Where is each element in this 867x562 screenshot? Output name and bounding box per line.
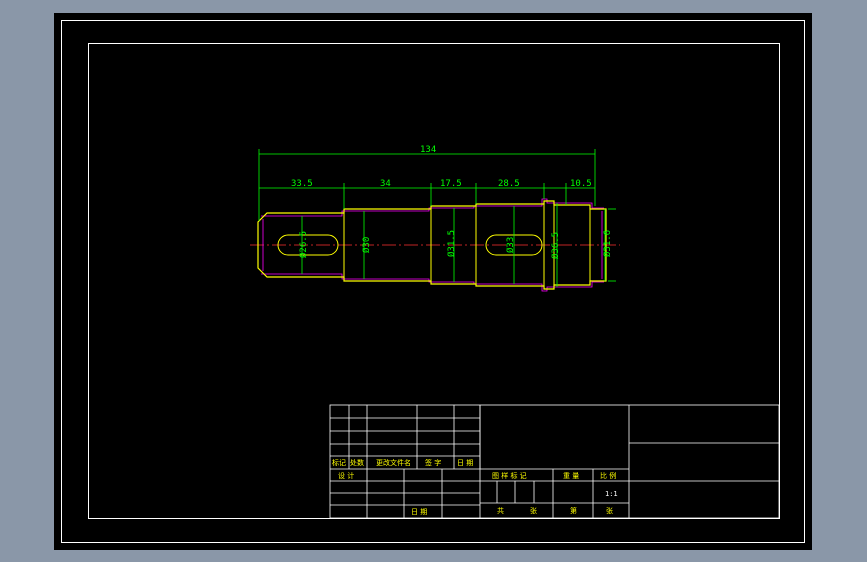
sheet-unit-1: 张 [530, 506, 537, 515]
dim-d4-label: Ø33 [505, 237, 516, 253]
rev-header-sign: 签 字 [425, 458, 441, 467]
shaft-drawing: Ø26.5 Ø30 Ø31.5 Ø33 Ø36.5 Ø31.6 134 33.5… [61, 20, 805, 543]
total-label: 共 [497, 506, 504, 515]
inner-border [88, 43, 780, 519]
dim-seg5-label: 10.5 [570, 179, 592, 189]
dim-d6-label: Ø31.6 [602, 230, 613, 257]
dim-overall-label: 134 [420, 145, 436, 155]
rev-header-filename: 更改文件名 [376, 458, 411, 467]
cad-viewport[interactable]: Ø26.5 Ø30 Ø31.5 Ø33 Ø36.5 Ø31.6 134 33.5… [54, 13, 812, 550]
dim-seg3-label: 17.5 [440, 179, 462, 189]
sheet-unit-2: 张 [606, 506, 613, 515]
dim-seg1-label: 33.5 [291, 179, 313, 189]
weight-label: 重 量 [563, 472, 579, 480]
dim-d5-label: Ø36.5 [550, 232, 561, 259]
stage-label: 图 样 标 记 [492, 471, 527, 480]
date-label: 日 期 [411, 508, 427, 516]
shaft-part: Ø26.5 Ø30 Ø31.5 Ø33 Ø36.5 Ø31.6 134 33.5… [250, 145, 620, 292]
scale-value: 1:1 [605, 490, 618, 498]
dim-d2-label: Ø30 [361, 237, 372, 253]
sheet-label: 第 [570, 506, 577, 515]
dim-seg4-label: 28.5 [498, 179, 520, 189]
dim-d1-label: Ø26.5 [298, 231, 309, 258]
dim-seg2-label: 34 [380, 179, 391, 189]
scale-label: 比 例 [600, 471, 616, 480]
title-block-text: 标记 处数 更改文件名 签 字 日 期 设 计 日 期 图 样 标 记 重 量 … [332, 458, 618, 516]
rev-header-date: 日 期 [457, 459, 473, 467]
dim-d3-label: Ø31.5 [446, 230, 457, 257]
rev-header-mark: 标记 [332, 458, 346, 467]
rev-header-count: 处数 [350, 458, 364, 467]
design-label: 设 计 [338, 471, 354, 480]
